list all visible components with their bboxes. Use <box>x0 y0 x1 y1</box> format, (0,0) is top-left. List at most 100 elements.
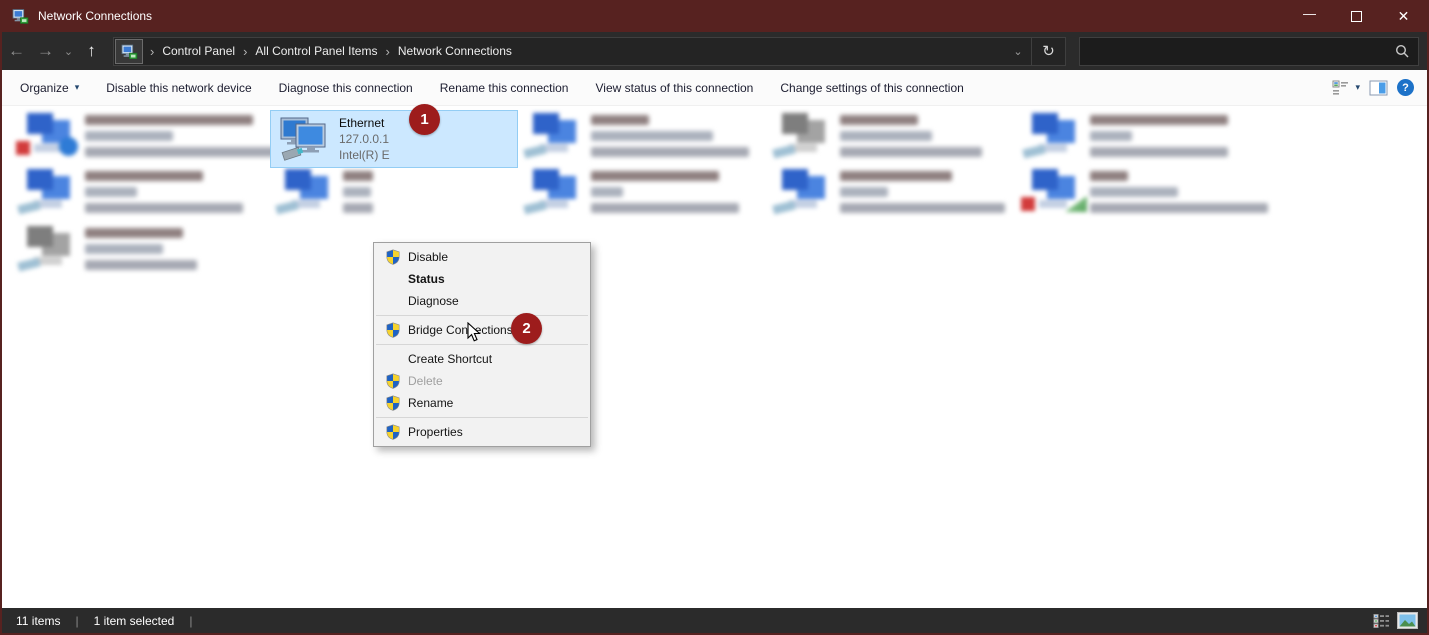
help-button[interactable]: ? <box>1397 79 1414 96</box>
network-adapter-icon <box>780 168 828 214</box>
redacted-text <box>85 225 197 281</box>
breadcrumb-chevron-icon: › <box>144 44 160 59</box>
menu-separator <box>376 315 588 316</box>
redacted-connection-item[interactable] <box>283 168 529 224</box>
status-bar-view-buttons <box>1373 612 1418 629</box>
menu-item-bridge-connections[interactable]: Bridge Connections <box>374 319 590 341</box>
forward-button[interactable]: → <box>31 41 60 61</box>
breadcrumb-all-control-panel-items[interactable]: All Control Panel Items <box>253 44 379 58</box>
menu-item-rename[interactable]: Rename <box>374 392 590 414</box>
redacted-connection-item[interactable] <box>780 168 1026 224</box>
menu-item-create-shortcut[interactable]: Create Shortcut <box>374 348 590 370</box>
annotation-step-1-badge: 1 <box>409 104 440 135</box>
network-connections-window: Network Connections — ✕ ← → ⌄ ↑ › Contro… <box>0 0 1429 635</box>
breadcrumb-control-panel[interactable]: Control Panel <box>160 44 237 58</box>
network-adapter-icon <box>780 112 828 158</box>
breadcrumb-chevron-icon: › <box>379 44 395 59</box>
redacted-connection-item[interactable] <box>780 112 1026 168</box>
connector-overlay-icon <box>523 144 547 158</box>
menu-item-disable[interactable]: Disable <box>374 246 590 268</box>
window-title: Network Connections <box>38 9 152 23</box>
redacted-text <box>591 112 749 168</box>
large-icons-view-icon[interactable] <box>1397 612 1418 629</box>
status-separator: | <box>189 614 192 628</box>
menu-item-label: Delete <box>408 374 443 388</box>
chevron-down-icon: ▾ <box>1355 82 1360 93</box>
network-adapter-icon <box>1030 168 1078 214</box>
maximize-button[interactable] <box>1333 0 1380 32</box>
context-menu: Disable Status Diagnose Bridge Connectio… <box>373 242 591 447</box>
menu-item-label: Diagnose <box>408 294 459 308</box>
connector-overlay-icon <box>17 200 41 214</box>
address-box[interactable]: › Control Panel › All Control Panel Item… <box>113 37 1066 66</box>
items-count: 11 items <box>16 614 60 628</box>
rename-connection-command[interactable]: Rename this connection <box>440 81 569 95</box>
close-button[interactable]: ✕ <box>1380 0 1427 32</box>
redacted-text <box>1090 168 1268 224</box>
menu-item-status[interactable]: Status <box>374 268 590 290</box>
redacted-connection-item[interactable] <box>25 225 271 281</box>
change-view-button[interactable]: ▾ <box>1332 80 1360 96</box>
network-adapter-icon <box>531 168 579 214</box>
disable-device-command[interactable]: Disable this network device <box>106 81 251 95</box>
search-icon <box>1395 44 1409 58</box>
breadcrumb-chevron-icon: › <box>237 44 253 59</box>
refresh-icon[interactable]: ↻ <box>1031 38 1065 65</box>
not-connected-overlay-icon <box>1021 197 1035 211</box>
ethernet-adapter-icon <box>279 116 329 162</box>
redacted-connection-item[interactable] <box>25 112 271 168</box>
network-connections-app-icon <box>12 8 29 24</box>
view-status-command[interactable]: View status of this connection <box>595 81 753 95</box>
connection-status: 127.0.0.1 <box>339 131 390 147</box>
network-adapter-icon <box>1030 112 1078 158</box>
uac-shield-icon <box>385 322 401 338</box>
change-settings-command[interactable]: Change settings of this connection <box>780 81 963 95</box>
connections-list: Ethernet 127.0.0.1 Intel(R) E Disable St… <box>2 106 1427 608</box>
details-view-icon[interactable] <box>1373 613 1390 629</box>
redacted-connection-item[interactable] <box>531 112 777 168</box>
ethernet-connection-item[interactable]: Ethernet 127.0.0.1 Intel(R) E <box>270 110 518 168</box>
location-icon-box[interactable] <box>115 39 143 64</box>
redacted-text <box>840 168 1005 224</box>
redacted-connection-item[interactable] <box>531 168 777 224</box>
redacted-connection-item[interactable] <box>1030 168 1276 224</box>
help-icon: ? <box>1402 82 1409 94</box>
selection-count: 1 item selected <box>94 614 175 628</box>
diagnose-connection-command[interactable]: Diagnose this connection <box>279 81 413 95</box>
status-bar: 11 items | 1 item selected | <box>2 608 1427 633</box>
address-bar: ← → ⌄ ↑ › Control Panel › All Control Pa… <box>2 32 1427 70</box>
organize-button[interactable]: Organize ▾ <box>20 81 79 95</box>
mouse-cursor-icon <box>467 322 482 343</box>
menu-separator <box>376 344 588 345</box>
redacted-connection-item[interactable] <box>25 168 271 224</box>
window-controls: — ✕ <box>1286 0 1427 32</box>
uac-shield-icon <box>385 395 401 411</box>
connection-name: Ethernet <box>339 115 390 131</box>
minimize-button[interactable]: — <box>1286 0 1333 32</box>
recent-locations-dropdown[interactable]: ⌄ <box>60 45 77 58</box>
search-input[interactable] <box>1080 44 1395 58</box>
breadcrumb-network-connections[interactable]: Network Connections <box>396 44 514 58</box>
preview-pane-icon[interactable] <box>1369 80 1388 96</box>
address-dropdown-icon[interactable]: ⌄ <box>1005 45 1031 58</box>
redacted-text <box>591 168 739 224</box>
toolbar-right-icons: ▾ ? <box>1332 79 1414 96</box>
up-button[interactable]: ↑ <box>77 41 106 61</box>
command-toolbar: Organize ▾ Disable this network device D… <box>2 70 1427 106</box>
redacted-text <box>343 168 373 224</box>
network-adapter-icon <box>283 168 331 214</box>
title-bar: Network Connections — ✕ <box>2 0 1427 32</box>
redacted-text <box>85 112 277 168</box>
menu-item-properties[interactable]: Properties <box>374 421 590 443</box>
search-box[interactable] <box>1079 37 1419 66</box>
uac-shield-icon <box>385 373 401 389</box>
network-adapter-icon <box>25 112 73 158</box>
maximize-icon <box>1351 11 1362 22</box>
back-button[interactable]: ← <box>2 41 31 61</box>
menu-item-diagnose[interactable]: Diagnose <box>374 290 590 312</box>
network-adapter-icon <box>25 168 73 214</box>
redacted-text <box>85 168 243 224</box>
redacted-connection-item[interactable] <box>1030 112 1276 168</box>
uac-shield-icon <box>385 249 401 265</box>
chevron-down-icon: ▾ <box>75 82 80 93</box>
